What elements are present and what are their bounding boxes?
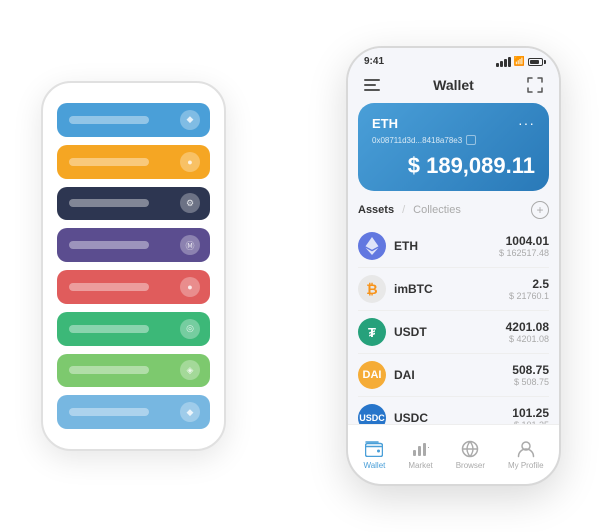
asset-amounts-usdt: 4201.08 $ 4201.08 (506, 320, 549, 344)
asset-row-usdt[interactable]: ₮ USDT 4201.08 $ 4201.08 (358, 311, 549, 354)
imbtc-icon: ₿ (358, 275, 386, 303)
header-title: Wallet (382, 77, 525, 93)
card-icon-7: ◈ (180, 360, 200, 380)
eth-card-header: ETH ··· (372, 115, 535, 131)
phone-header: Wallet (348, 71, 559, 103)
signal-icon (496, 57, 511, 67)
card-icon-8: ◆ (180, 402, 200, 422)
card-text-7 (69, 366, 149, 374)
phone-content: ETH ··· 0x08711d3d...8418a78e3 $ 189,089… (348, 103, 559, 439)
asset-row-eth[interactable]: ETH 1004.01 $ 162517.48 (358, 225, 549, 268)
card-icon-3: ⚙ (180, 193, 200, 213)
eth-card-balance: $ 189,089.11 (372, 153, 535, 179)
eth-card[interactable]: ETH ··· 0x08711d3d...8418a78e3 $ 189,089… (358, 103, 549, 191)
status-icons: 📶 (496, 56, 543, 67)
asset-usd-imbtc: $ 21760.1 (509, 291, 549, 301)
nav-wallet-label: Wallet (363, 461, 385, 470)
back-card-2[interactable]: ● (57, 145, 210, 179)
nav-market-label: Market (408, 461, 432, 470)
asset-amount-usdt: 4201.08 (506, 320, 549, 334)
back-card-5[interactable]: ● (57, 270, 210, 304)
tab-divider: / (402, 204, 405, 216)
eth-card-more[interactable]: ··· (518, 115, 535, 131)
asset-name-dai: DAI (394, 368, 512, 382)
assets-header: Assets / Collecties + (358, 201, 549, 219)
assets-list: ETH 1004.01 $ 162517.48 ₿ imBTC 2.5 $ 21… (358, 225, 549, 439)
tab-assets[interactable]: Assets (358, 204, 394, 216)
card-text-4 (69, 241, 149, 249)
dai-icon: DAI (358, 361, 386, 389)
add-asset-button[interactable]: + (531, 201, 549, 219)
card-text-5 (69, 283, 149, 291)
browser-icon (460, 439, 480, 459)
asset-amounts-imbtc: 2.5 $ 21760.1 (509, 277, 549, 301)
expand-icon[interactable] (525, 75, 545, 95)
back-card-1[interactable]: ◆ (57, 103, 210, 137)
card-text-2 (69, 158, 149, 166)
card-icon-5: ● (180, 277, 200, 297)
asset-name-eth: ETH (394, 239, 499, 253)
card-text-1 (69, 116, 149, 124)
card-text-3 (69, 199, 149, 207)
asset-usd-eth: $ 162517.48 (499, 248, 549, 258)
eth-card-title: ETH (372, 116, 398, 131)
asset-amounts-eth: 1004.01 $ 162517.48 (499, 234, 549, 258)
card-icon-6: ◎ (180, 319, 200, 339)
asset-usd-dai: $ 508.75 (512, 377, 549, 387)
asset-amount-eth: 1004.01 (499, 234, 549, 248)
card-icon-4: Ⓜ (180, 235, 200, 255)
card-icon-2: ● (180, 152, 200, 172)
card-text-8 (69, 408, 149, 416)
nav-market[interactable]: Market (400, 435, 440, 474)
nav-wallet[interactable]: Wallet (355, 435, 393, 474)
wallet-icon (364, 439, 384, 459)
phone-front: 9:41 📶 (346, 46, 561, 486)
usdt-icon: ₮ (358, 318, 386, 346)
nav-profile[interactable]: My Profile (500, 435, 552, 474)
status-time: 9:41 (364, 56, 384, 67)
nav-profile-label: My Profile (508, 461, 544, 470)
back-card-4[interactable]: Ⓜ (57, 228, 210, 262)
asset-amount-imbtc: 2.5 (509, 277, 549, 291)
back-card-8[interactable]: ◆ (57, 395, 210, 429)
status-bar: 9:41 📶 (348, 48, 559, 71)
asset-amount-usdc: 101.25 (512, 406, 549, 420)
back-card-7[interactable]: ◈ (57, 354, 210, 388)
asset-amounts-dai: 508.75 $ 508.75 (512, 363, 549, 387)
asset-usd-usdt: $ 4201.08 (506, 334, 549, 344)
profile-icon (516, 439, 536, 459)
bottom-nav: Wallet Market (348, 424, 559, 484)
copy-icon[interactable] (466, 135, 476, 145)
tab-collecties[interactable]: Collecties (413, 204, 461, 216)
card-icon-1: ◆ (180, 110, 200, 130)
scene: ◆ ● ⚙ Ⓜ ● ◎ ◈ ◆ (11, 11, 591, 521)
asset-name-imbtc: imBTC (394, 282, 509, 296)
nav-browser[interactable]: Browser (448, 435, 493, 474)
asset-row-imbtc[interactable]: ₿ imBTC 2.5 $ 21760.1 (358, 268, 549, 311)
assets-tabs: Assets / Collecties (358, 204, 461, 216)
menu-icon[interactable] (362, 75, 382, 95)
battery-icon (528, 58, 543, 66)
phone-back: ◆ ● ⚙ Ⓜ ● ◎ ◈ ◆ (41, 81, 226, 451)
asset-amount-dai: 508.75 (512, 363, 549, 377)
asset-row-dai[interactable]: DAI DAI 508.75 $ 508.75 (358, 354, 549, 397)
market-icon (411, 439, 431, 459)
eth-icon (358, 232, 386, 260)
eth-card-address: 0x08711d3d...8418a78e3 (372, 135, 535, 145)
asset-name-usdt: USDT (394, 325, 506, 339)
nav-browser-label: Browser (456, 461, 485, 470)
asset-name-usdc: USDC (394, 411, 512, 425)
wifi-icon: 📶 (514, 56, 525, 67)
card-text-6 (69, 325, 149, 333)
back-card-6[interactable]: ◎ (57, 312, 210, 346)
back-card-3[interactable]: ⚙ (57, 187, 210, 221)
